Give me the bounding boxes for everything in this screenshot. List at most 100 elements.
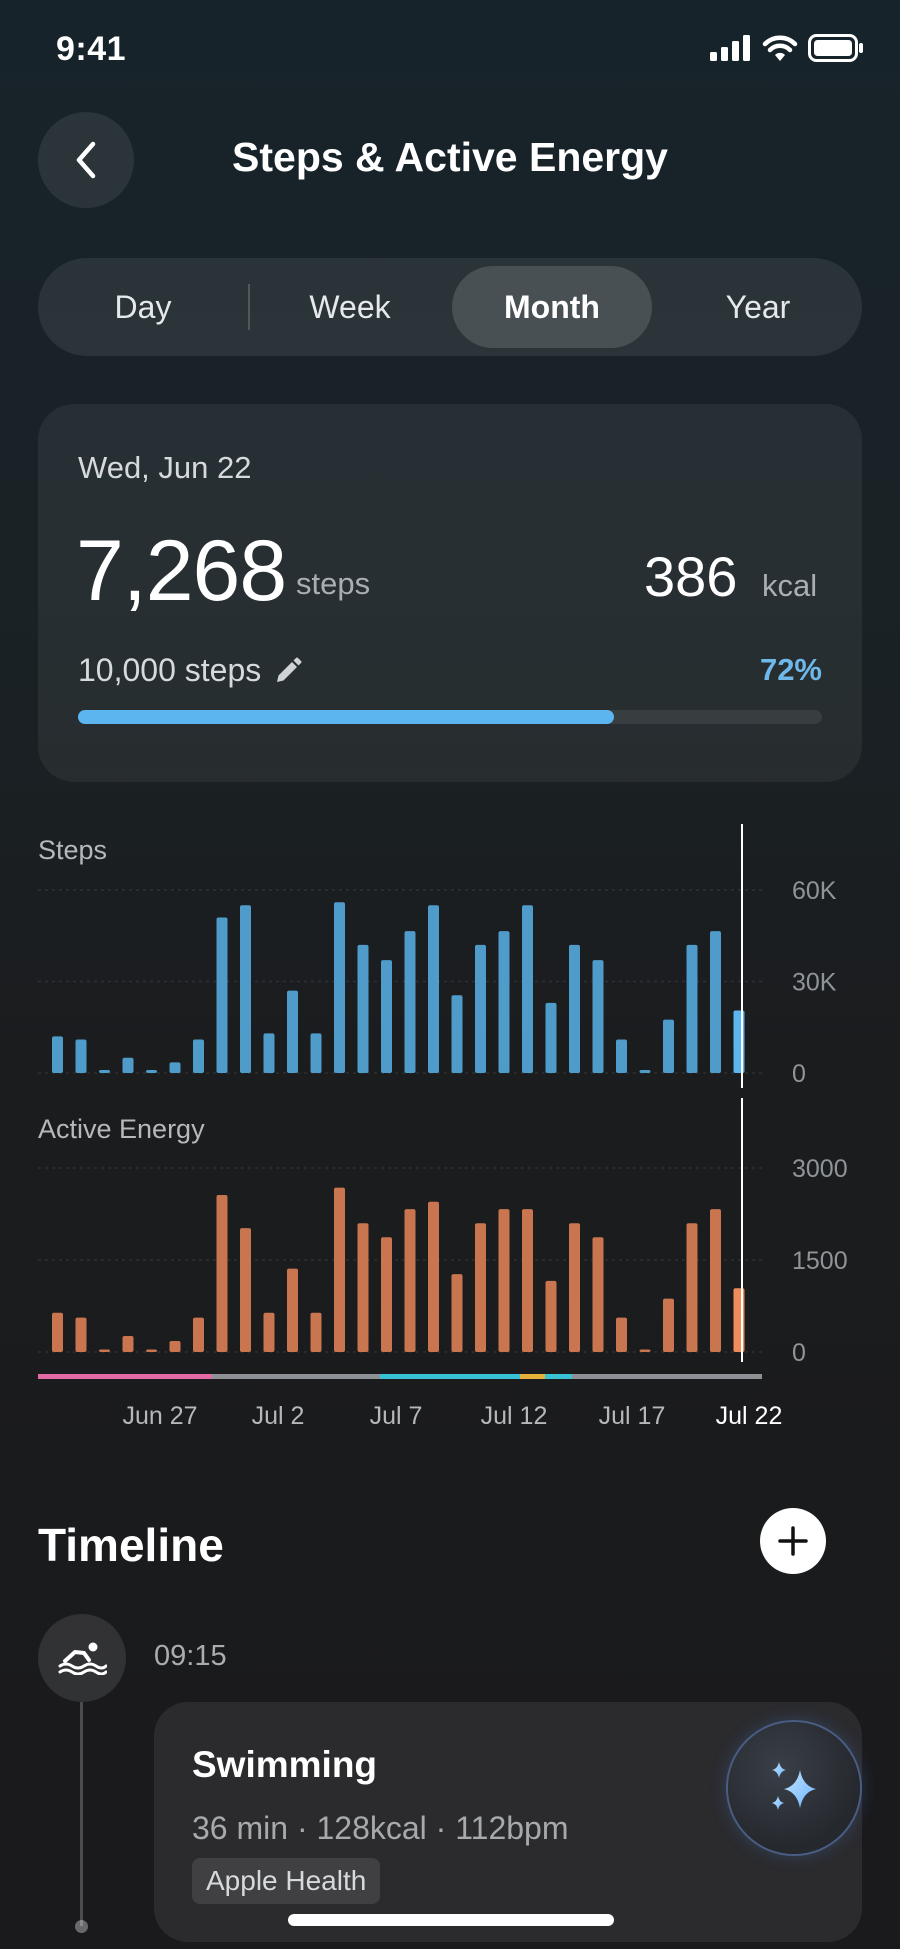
energy-chart-title: Active Energy	[38, 1114, 205, 1144]
timeline-title: Timeline	[38, 1519, 224, 1571]
bar[interactable]	[310, 1312, 322, 1352]
bar[interactable]	[381, 960, 392, 1073]
timeline-entry-time: 09:15	[154, 1640, 227, 1672]
bar[interactable]	[639, 1349, 651, 1352]
bar[interactable]	[169, 1340, 181, 1352]
bar[interactable]	[404, 931, 416, 1073]
bar[interactable]	[216, 917, 228, 1073]
bar[interactable]	[263, 1033, 275, 1073]
x-tick-label: Jul 17	[599, 1402, 666, 1430]
x-axis-category-strip	[38, 1374, 212, 1379]
x-tick-label: Jul 12	[481, 1402, 548, 1430]
bar[interactable]	[475, 944, 486, 1073]
steps-chart[interactable]: Steps 60K 30K 0	[38, 835, 837, 1088]
bar[interactable]	[99, 1069, 110, 1073]
x-axis: Jun 27 Jul 2 Jul 7 Jul 12 Jul 17 Jul 22	[38, 1374, 782, 1430]
x-tick-label: Jul 22	[716, 1402, 783, 1430]
bar[interactable]	[686, 944, 698, 1073]
tab-day[interactable]: Day	[38, 258, 248, 356]
bar[interactable]	[569, 1223, 580, 1352]
bar[interactable]	[545, 1280, 557, 1352]
bar[interactable]	[287, 990, 298, 1073]
step-goal-label: 10,000 steps	[78, 652, 262, 688]
bar[interactable]	[616, 1039, 627, 1073]
activity-meta: 36 min · 128kcal · 112bpm	[192, 1810, 569, 1846]
month-charts[interactable]: Steps 60K 30K 0 Active Energy 3000 1500 0 Ju…	[0, 800, 900, 1440]
tab-week[interactable]: Week	[250, 258, 450, 356]
bar[interactable]	[169, 1062, 181, 1073]
add-entry-button[interactable]	[760, 1508, 826, 1574]
bar[interactable]	[287, 1268, 298, 1352]
plus-icon	[778, 1526, 808, 1556]
bar[interactable]	[545, 1002, 557, 1073]
bar[interactable]	[475, 1223, 486, 1352]
bar[interactable]	[193, 1039, 204, 1073]
bar[interactable]	[240, 905, 251, 1073]
bar[interactable]	[710, 1209, 721, 1352]
bar[interactable]	[334, 902, 345, 1073]
bar[interactable]	[193, 1317, 204, 1352]
bar[interactable]	[686, 1223, 698, 1352]
bar[interactable]	[522, 905, 533, 1073]
period-segmented-control: Day Week Month Year	[38, 258, 862, 356]
bar[interactable]	[428, 905, 439, 1073]
bar[interactable]	[428, 1201, 439, 1352]
home-indicator[interactable]	[288, 1914, 614, 1926]
bar[interactable]	[357, 944, 369, 1073]
bar[interactable]	[75, 1039, 87, 1073]
bar[interactable]	[616, 1317, 627, 1352]
bar[interactable]	[592, 1237, 604, 1352]
steps-unit: steps	[296, 566, 371, 601]
bar[interactable]	[263, 1312, 275, 1352]
bar[interactable]	[710, 931, 721, 1073]
goal-progress-bar	[78, 710, 822, 724]
bar[interactable]	[357, 1223, 369, 1352]
bar[interactable]	[498, 1209, 510, 1352]
x-tick-label: Jun 27	[122, 1402, 197, 1430]
x-axis-category-strip	[212, 1374, 380, 1379]
bar[interactable]	[404, 1209, 416, 1352]
bar[interactable]	[663, 1019, 674, 1073]
bar[interactable]	[146, 1349, 157, 1352]
bar[interactable]	[451, 995, 463, 1073]
bar[interactable]	[522, 1209, 533, 1352]
y-tick-label: 60K	[792, 877, 837, 905]
y-tick-label: 3000	[792, 1155, 848, 1183]
bar[interactable]	[240, 1228, 251, 1352]
bar[interactable]	[146, 1069, 157, 1073]
summary-date: Wed, Jun 22	[78, 450, 252, 485]
bar[interactable]	[498, 931, 510, 1073]
tab-month[interactable]: Month	[452, 266, 652, 348]
bar[interactable]	[451, 1274, 463, 1352]
bar[interactable]	[381, 1237, 392, 1352]
bar[interactable]	[216, 1194, 228, 1352]
y-tick-label: 1500	[792, 1247, 848, 1275]
step-goal[interactable]: 10,000 steps	[78, 652, 303, 689]
timeline-end-dot	[75, 1920, 88, 1933]
x-tick-label: Jul 2	[252, 1402, 305, 1430]
pencil-icon[interactable]	[273, 656, 303, 686]
bar[interactable]	[592, 960, 604, 1073]
bar[interactable]	[663, 1298, 674, 1352]
tab-year[interactable]: Year	[658, 258, 858, 356]
bar[interactable]	[122, 1336, 134, 1352]
status-time: 9:41	[56, 30, 127, 68]
timeline-connector	[80, 1702, 83, 1926]
bar[interactable]	[569, 944, 580, 1073]
x-axis-category-strip	[572, 1374, 762, 1379]
bar[interactable]	[52, 1036, 63, 1073]
bar[interactable]	[639, 1069, 651, 1073]
bar[interactable]	[310, 1033, 322, 1073]
steps-chart-title: Steps	[38, 835, 107, 865]
steps-value: 7,268	[76, 523, 287, 619]
bar[interactable]	[52, 1312, 63, 1352]
bar[interactable]	[122, 1057, 134, 1073]
y-tick-label: 0	[792, 1060, 806, 1088]
ai-assistant-button[interactable]	[728, 1722, 860, 1854]
swimming-icon	[58, 1642, 107, 1675]
bar[interactable]	[75, 1317, 87, 1352]
bar[interactable]	[99, 1349, 110, 1352]
energy-chart[interactable]: Active Energy 3000 1500 0	[38, 1114, 848, 1367]
x-axis-category-strip	[520, 1374, 545, 1379]
bar[interactable]	[334, 1187, 345, 1352]
